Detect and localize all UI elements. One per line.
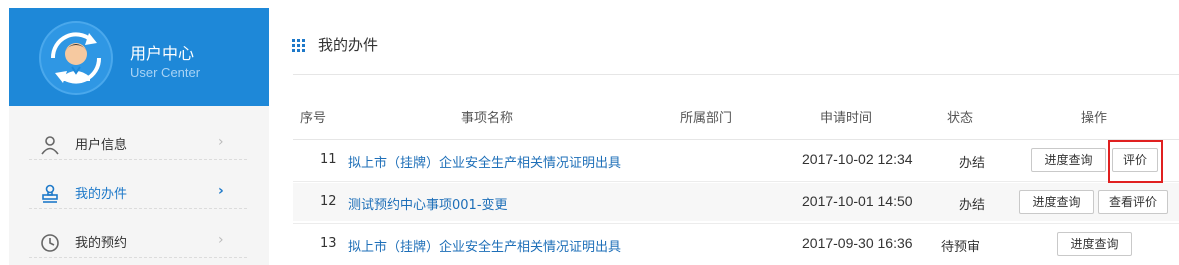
sidebar-item-my-appointments[interactable]: 我的预约 › xyxy=(9,219,269,265)
stamp-icon xyxy=(42,184,58,203)
row-status: 办结 xyxy=(959,198,986,213)
column-header-actions: 操作 xyxy=(1081,111,1108,126)
sidebar-item-my-cases[interactable]: 我的办件 › xyxy=(9,170,269,218)
column-header-department: 所属部门 xyxy=(680,111,733,126)
row-index: 11 xyxy=(320,152,337,167)
user-center-subtitle: User Center xyxy=(130,65,201,80)
user-avatar-icon xyxy=(41,23,111,93)
chevron-right-icon: › xyxy=(218,183,224,199)
menu-divider xyxy=(29,208,247,209)
menu-divider xyxy=(29,257,247,258)
divider xyxy=(293,74,1179,75)
main-panel: 我的办件 序号 事项名称 所属部门 申请时间 状态 操作 11 拟上市（挂牌）企… xyxy=(279,8,1179,265)
divider xyxy=(293,223,1179,224)
page-title: 我的办件 xyxy=(318,36,379,54)
row-time: 2017-09-30 16:36 xyxy=(802,235,913,251)
row-time: 2017-10-02 12:34 xyxy=(802,151,913,167)
user-center-header: 用户中心 User Center xyxy=(9,8,269,106)
divider xyxy=(293,139,1179,140)
highlight-box xyxy=(1108,140,1163,183)
row-item-link[interactable]: 拟上市（挂牌）企业安全生产相关情况证明出具 xyxy=(348,236,621,255)
row-item-link[interactable]: 拟上市（挂牌）企业安全生产相关情况证明出具 xyxy=(348,152,621,171)
column-header-time: 申请时间 xyxy=(820,111,873,126)
sidebar-item-user-info[interactable]: 用户信息 › xyxy=(9,121,269,169)
progress-query-button[interactable]: 进度查询 xyxy=(1019,190,1094,214)
column-header-name: 事项名称 xyxy=(461,111,514,126)
sidebar-item-label: 我的办件 xyxy=(75,187,128,202)
row-index: 13 xyxy=(320,236,337,251)
table-row: 11 拟上市（挂牌）企业安全生产相关情况证明出具 2017-10-02 12:3… xyxy=(293,141,1179,179)
table-row: 13 拟上市（挂牌）企业安全生产相关情况证明出具 2017-09-30 16:3… xyxy=(293,225,1179,263)
chevron-right-icon: › xyxy=(218,134,224,150)
view-rating-button[interactable]: 查看评价 xyxy=(1098,190,1168,214)
row-status: 待预审 xyxy=(941,240,981,255)
sidebar: 用户中心 User Center 用户信息 › 我的办件 › 我的预约 › xyxy=(9,8,269,265)
sidebar-item-label: 我的预约 xyxy=(75,236,128,251)
table-row: 12 测试预约中心事项001-变更 2017-10-01 14:50 办结 进度… xyxy=(293,183,1179,221)
sidebar-item-label: 用户信息 xyxy=(75,138,128,153)
row-time: 2017-10-01 14:50 xyxy=(802,193,913,209)
menu-divider xyxy=(29,159,247,160)
divider xyxy=(293,181,1179,182)
user-icon xyxy=(41,136,59,155)
progress-query-button[interactable]: 进度查询 xyxy=(1031,148,1106,172)
row-item-link[interactable]: 测试预约中心事项001-变更 xyxy=(348,194,508,213)
row-index: 12 xyxy=(320,194,337,209)
column-header-status: 状态 xyxy=(947,111,974,126)
chevron-right-icon: › xyxy=(218,232,224,248)
progress-query-button[interactable]: 进度查询 xyxy=(1057,232,1132,256)
user-center-title: 用户中心 xyxy=(130,44,195,63)
avatar xyxy=(39,21,113,95)
row-status: 办结 xyxy=(959,156,986,171)
grid-icon xyxy=(292,39,305,52)
column-header-index: 序号 xyxy=(300,111,327,126)
clock-icon xyxy=(41,234,59,252)
